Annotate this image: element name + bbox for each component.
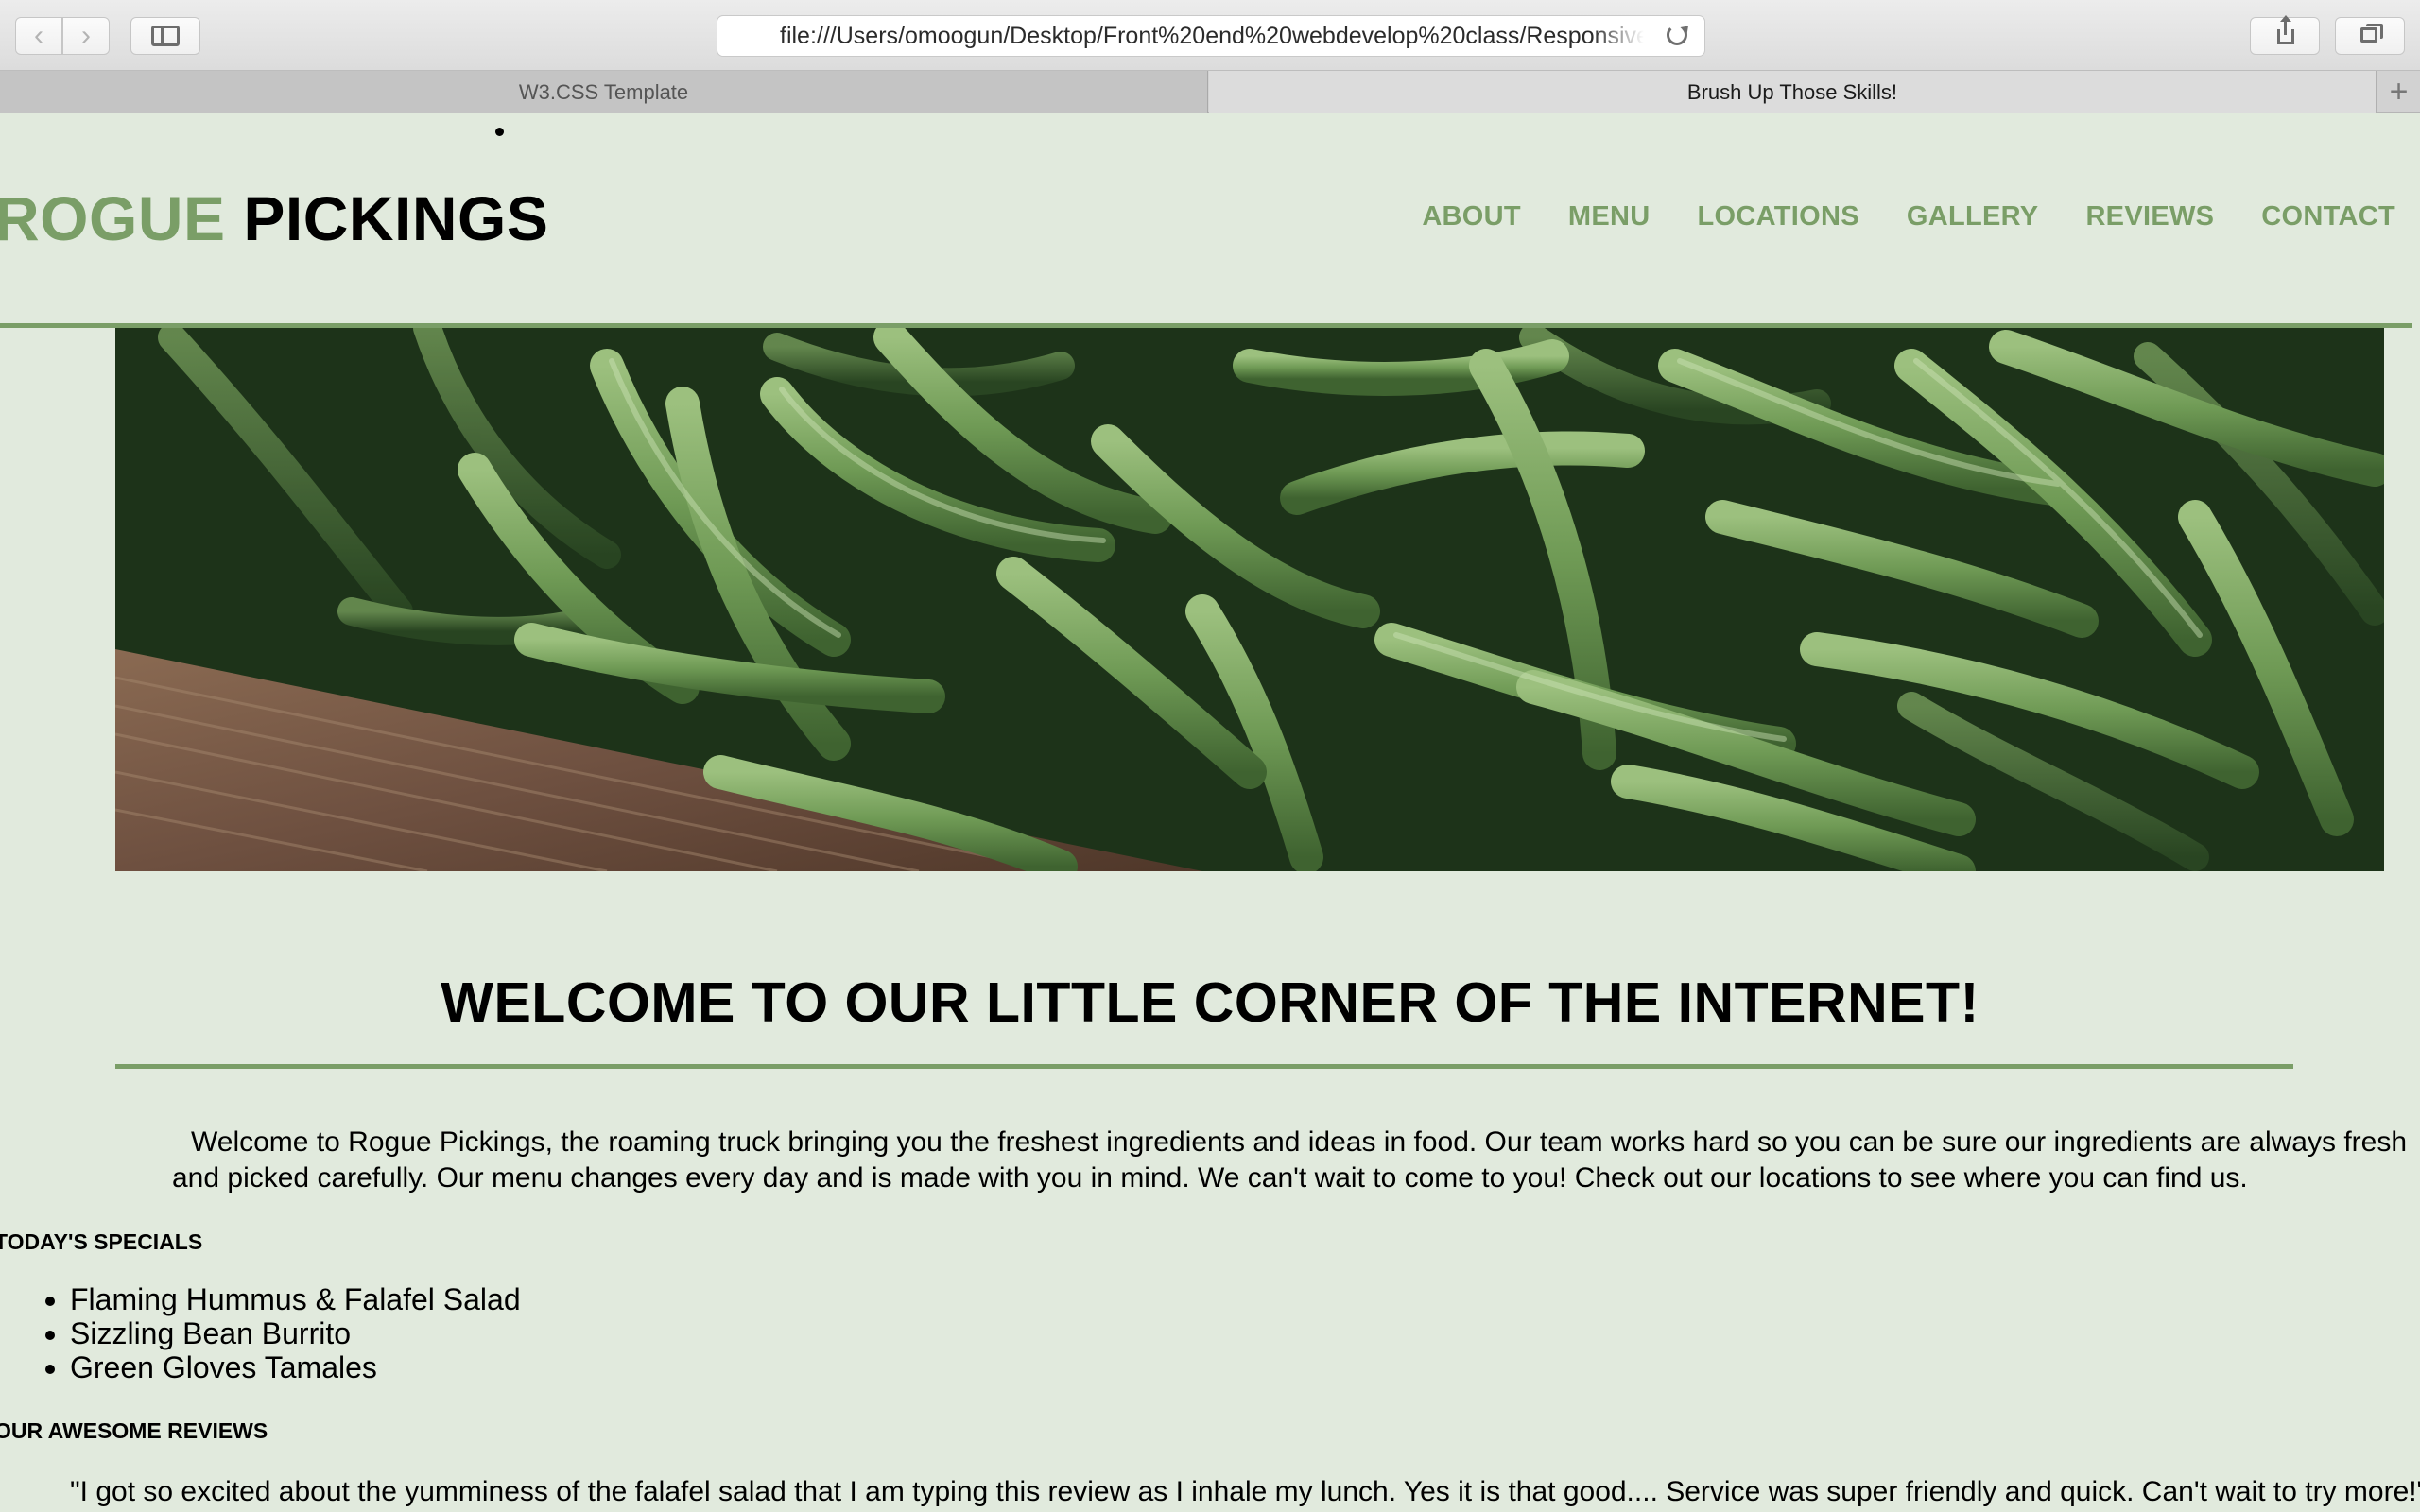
hero-image [115,328,2384,871]
brand-pickings: PICKINGS [243,183,549,253]
plus-icon: + [2389,74,2409,110]
nav-reviews[interactable]: REVIEWS [2085,201,2214,232]
tab-w3css-template[interactable]: W3.CSS Template [0,71,1208,113]
welcome-heading: WELCOME TO OUR LITTLE CORNER OF THE INTE… [441,971,1979,1034]
web-page: ROGUE PICKINGS ABOUT MENU LOCATIONS GALL… [0,114,2420,1512]
list-item: Flaming Hummus & Falafel Salad [70,1282,521,1316]
chevron-right-icon: › [81,20,91,51]
specials-heading: TODAY'S SPECIALS [0,1229,203,1254]
tab-title: W3.CSS Template [518,79,689,104]
new-tab-button[interactable]: + [2376,71,2420,113]
chevron-left-icon: ‹ [34,20,43,51]
site-logo[interactable]: ROGUE PICKINGS [0,182,548,254]
nav-menu[interactable]: MENU [1568,201,1651,232]
sidebar-icon [151,26,180,46]
tab-brush-up-those-skills[interactable]: Brush Up Those Skills! [1209,71,2376,113]
browser-toolbar: ‹ › file:///Users/omoogun/Desktop/Front%… [0,0,2420,71]
brand-rogue: ROGUE [0,183,226,253]
nav-gallery[interactable]: GALLERY [1907,201,2039,232]
main-nav: ABOUT MENU LOCATIONS GALLERY REVIEWS CON… [1422,201,2395,232]
review-quote: "I got so excited about the yumminess of… [70,1476,2420,1507]
list-item: Green Gloves Tamales [70,1350,521,1384]
title-divider [115,1064,2293,1069]
reload-icon[interactable] [1667,25,1687,45]
green-beans-illustration [115,328,2384,871]
tab-title: Brush Up Those Skills! [1686,79,1898,104]
nav-about[interactable]: ABOUT [1422,201,1521,232]
nav-locations[interactable]: LOCATIONS [1698,201,1859,232]
list-item: Sizzling Bean Burrito [70,1316,521,1350]
intro-paragraph: Welcome to Rogue Pickings, the roaming t… [172,1126,2408,1194]
show-all-tabs-button[interactable] [2335,17,2405,55]
share-button[interactable] [2250,15,2320,55]
share-icon [2277,15,2294,44]
tab-bar: W3.CSS Template Brush Up Those Skills! + [0,71,2420,113]
stray-bullet-dot [495,128,504,136]
reviews-heading: OUR AWESOME REVIEWS [0,1418,268,1443]
sidebar-toggle-button[interactable] [130,17,200,55]
specials-list: Flaming Hummus & Falafel Salad Sizzling … [28,1282,521,1384]
tabs-overview-icon [2360,24,2383,43]
forward-button[interactable]: › [62,17,110,55]
url-text: file:///Users/omoogun/Desktop/Front%20en… [780,22,1644,49]
address-bar[interactable]: file:///Users/omoogun/Desktop/Front%20en… [717,15,1705,57]
nav-contact[interactable]: CONTACT [2261,201,2395,232]
back-button[interactable]: ‹ [15,17,62,55]
